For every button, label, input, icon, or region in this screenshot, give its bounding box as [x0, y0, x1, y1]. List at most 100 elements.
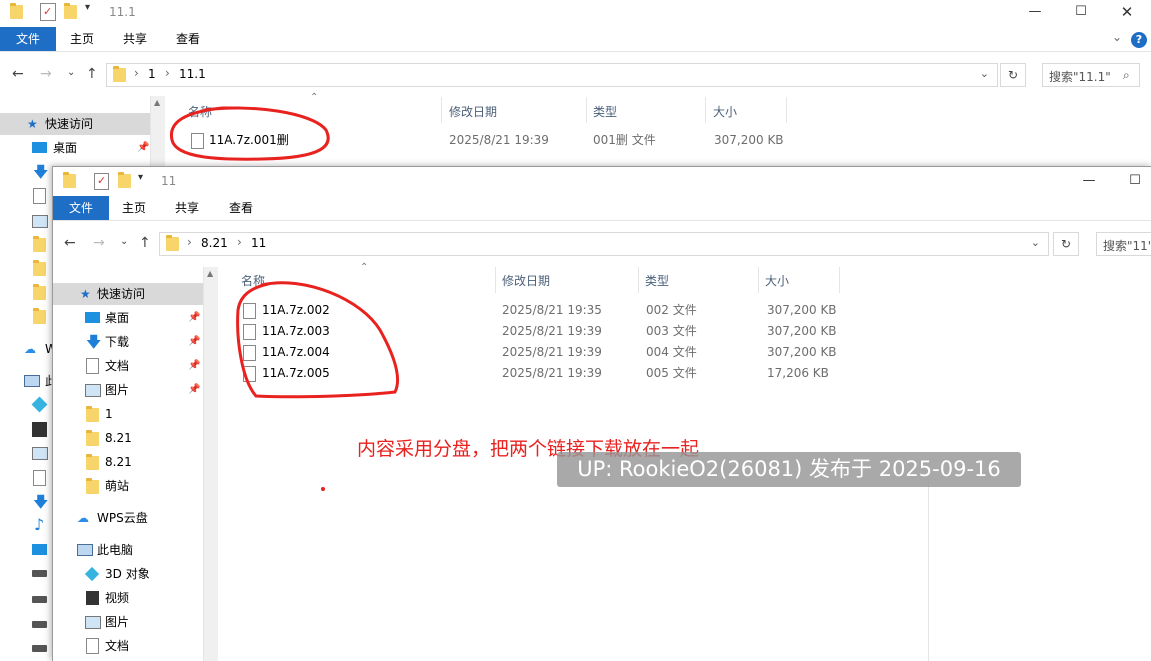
folder-icon[interactable]: [10, 3, 23, 19]
table-row[interactable]: 11A.7z.003 2025/8/21 19:39 003 文件 307,20…: [221, 321, 921, 342]
pin-icon[interactable]: 📌: [188, 379, 200, 401]
column-divider[interactable]: [495, 267, 496, 293]
column-divider[interactable]: [705, 97, 706, 123]
breadcrumb-item[interactable]: 8.21: [201, 236, 228, 250]
column-header-size[interactable]: 大小: [713, 103, 737, 120]
scroll-up-icon[interactable]: ▲: [154, 98, 160, 107]
nav-item-pc-pictures[interactable]: 图片: [53, 611, 203, 633]
chevron-down-icon[interactable]: ⌄: [980, 67, 989, 80]
column-divider[interactable]: [786, 97, 787, 123]
nav-item-wps-cloud[interactable]: ☁ WPS云盘: [53, 507, 203, 529]
nav-scrollbar[interactable]: ▲: [203, 267, 218, 661]
folder-icon: [166, 235, 179, 251]
nav-item-desktop[interactable]: 桌面 📌: [0, 137, 150, 159]
chevron-down-icon[interactable]: ⌄: [1031, 236, 1040, 249]
quick-access-dropdown-icon[interactable]: ▾: [85, 2, 90, 18]
nav-item-this-pc[interactable]: 此电脑: [53, 539, 203, 561]
breadcrumb-item[interactable]: 1: [148, 67, 156, 81]
nav-item-this-pc[interactable]: 此: [0, 370, 57, 392]
nav-item-folder-8-21[interactable]: 8.21: [53, 451, 203, 473]
nav-item-downloads[interactable]: 🡇 下载 📌: [53, 331, 203, 353]
nav-item-quick-access[interactable]: ★ 快速访问: [53, 283, 203, 305]
column-header-type[interactable]: 类型: [645, 272, 669, 289]
maximize-icon[interactable]: ☐: [1112, 169, 1151, 193]
new-folder-icon[interactable]: [64, 3, 77, 19]
close-icon[interactable]: ✕: [1104, 0, 1150, 24]
breadcrumb-separator-icon: ›: [237, 235, 242, 249]
tab-view[interactable]: 查看: [221, 196, 261, 220]
recent-dropdown-icon[interactable]: ⌄: [67, 67, 75, 78]
tab-file[interactable]: 文件: [53, 196, 109, 220]
search-input[interactable]: 搜索"11.1" ⌕: [1042, 63, 1140, 87]
file-type: 004 文件: [646, 345, 697, 359]
file-type: 003 文件: [646, 324, 697, 338]
column-divider[interactable]: [586, 97, 587, 123]
forward-arrow-icon[interactable]: →: [93, 235, 105, 251]
maximize-icon[interactable]: ☐: [1058, 0, 1104, 24]
column-header-modified[interactable]: 修改日期: [449, 103, 497, 120]
column-header-modified[interactable]: 修改日期: [502, 272, 550, 289]
breadcrumb-item[interactable]: 11.1: [179, 67, 206, 81]
help-icon[interactable]: ?: [1131, 32, 1147, 48]
pin-icon[interactable]: 📌: [137, 137, 149, 159]
properties-icon[interactable]: ✓: [40, 3, 56, 21]
nav-item-documents[interactable]: 文档 📌: [53, 355, 203, 377]
column-header-name[interactable]: 名称: [188, 103, 212, 120]
forward-arrow-icon[interactable]: →: [40, 66, 52, 82]
minimize-icon[interactable]: —: [1066, 169, 1112, 193]
table-row[interactable]: 11A.7z.002 2025/8/21 19:35 002 文件 307,20…: [221, 300, 921, 321]
quick-access-dropdown-icon[interactable]: ▾: [138, 172, 143, 188]
search-input[interactable]: 搜索"11": [1096, 232, 1151, 256]
file-name: 11A.7z.003: [262, 324, 330, 338]
table-row[interactable]: 11A.7z.001删 2025/8/21 19:39 001删 文件 307,…: [168, 130, 868, 151]
properties-icon[interactable]: ✓: [94, 173, 109, 190]
file-modified: 2025/8/21 19:35: [502, 303, 602, 317]
column-header-type[interactable]: 类型: [593, 103, 617, 120]
minimize-icon[interactable]: —: [1012, 0, 1058, 24]
refresh-icon[interactable]: ↻: [1000, 63, 1026, 87]
nav-item-pc-documents[interactable]: 文档: [53, 635, 203, 657]
chevron-down-icon[interactable]: ⌄: [1112, 30, 1122, 44]
refresh-icon[interactable]: ↻: [1053, 232, 1079, 256]
nav-item-desktop[interactable]: 桌面 📌: [53, 307, 203, 329]
scroll-up-icon[interactable]: ▲: [207, 269, 213, 278]
pin-icon[interactable]: 📌: [188, 307, 200, 329]
nav-item-pictures[interactable]: 图片 📌: [53, 379, 203, 401]
nav-item-videos[interactable]: 视频: [53, 587, 203, 609]
tab-home[interactable]: 主页: [114, 196, 154, 220]
nav-item-wps[interactable]: ☁ W: [0, 338, 57, 360]
tab-share[interactable]: 共享: [115, 27, 155, 51]
nav-item-3d-objects[interactable]: 3D 对象: [53, 563, 203, 585]
file-size: 17,206 KB: [767, 366, 829, 380]
column-header-size[interactable]: 大小: [765, 272, 789, 289]
breadcrumb-item[interactable]: 11: [251, 236, 266, 250]
folder-icon[interactable]: [63, 172, 76, 188]
nav-item-folder-1[interactable]: 1: [53, 403, 203, 425]
up-arrow-icon[interactable]: ↑: [86, 66, 98, 82]
table-row[interactable]: 11A.7z.004 2025/8/21 19:39 004 文件 307,20…: [221, 342, 921, 363]
nav-item-quick-access[interactable]: ★ 快速访问: [0, 113, 150, 135]
column-divider[interactable]: [839, 267, 840, 293]
nav-item-folder-8-21[interactable]: 8.21: [53, 427, 203, 449]
pin-icon[interactable]: 📌: [188, 331, 200, 353]
address-box[interactable]: › 8.21 › 11 ⌄: [159, 232, 1049, 256]
tab-file[interactable]: 文件: [0, 27, 56, 51]
back-arrow-icon[interactable]: ←: [64, 235, 76, 251]
column-divider[interactable]: [638, 267, 639, 293]
tab-share[interactable]: 共享: [167, 196, 207, 220]
folder-icon: [33, 260, 46, 276]
column-header-name[interactable]: 名称: [241, 272, 265, 289]
column-divider[interactable]: [441, 97, 442, 123]
table-row[interactable]: 11A.7z.005 2025/8/21 19:39 005 文件 17,206…: [221, 363, 921, 384]
up-arrow-icon[interactable]: ↑: [139, 235, 151, 251]
tab-view[interactable]: 查看: [168, 27, 208, 51]
tab-home[interactable]: 主页: [62, 27, 102, 51]
recent-dropdown-icon[interactable]: ⌄: [120, 236, 128, 247]
new-folder-icon[interactable]: [118, 172, 131, 188]
pin-icon[interactable]: 📌: [188, 355, 200, 377]
back-arrow-icon[interactable]: ←: [12, 66, 24, 82]
nav-item-folder-mengzhan[interactable]: 萌站: [53, 475, 203, 497]
column-divider[interactable]: [758, 267, 759, 293]
address-box[interactable]: › 1 › 11.1 ⌄: [106, 63, 998, 87]
picture-icon: [85, 616, 101, 629]
